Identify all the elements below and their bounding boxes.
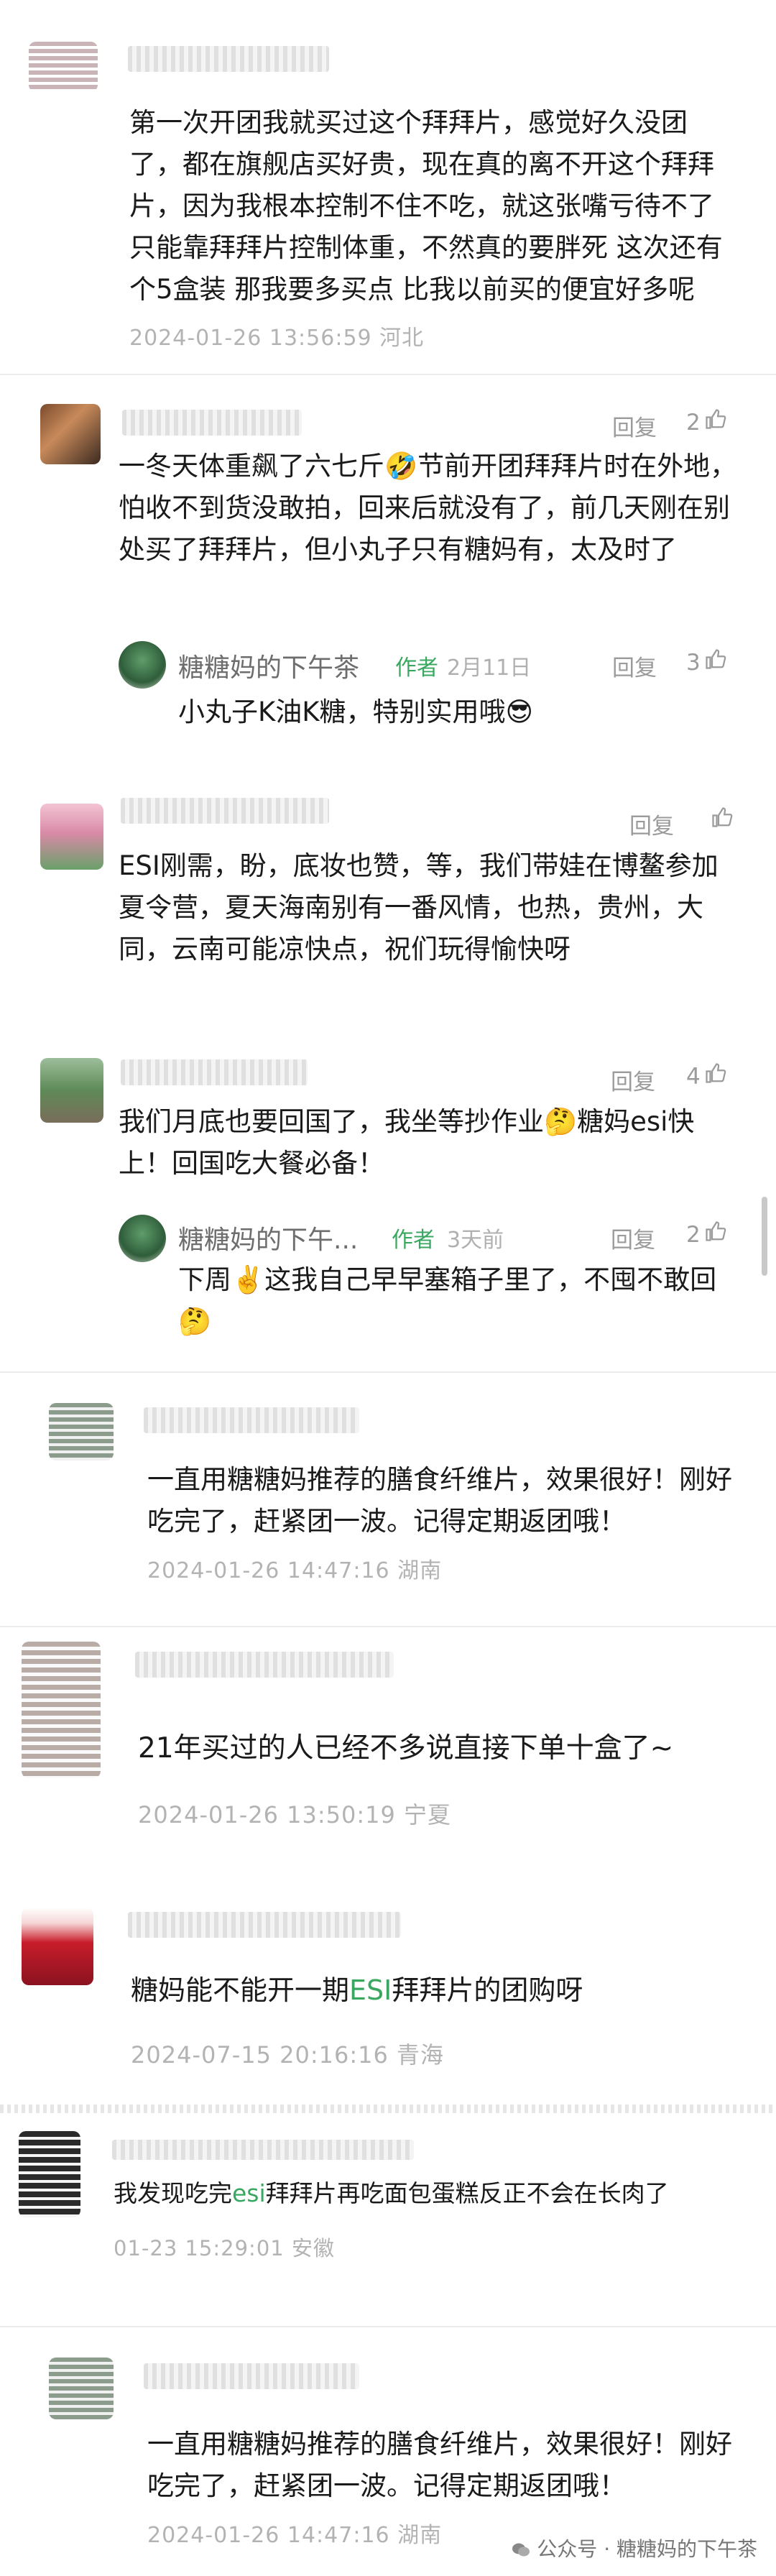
reply-button[interactable]: 回复 (612, 410, 657, 442)
author-avatar[interactable] (119, 1215, 166, 1262)
reply-button[interactable]: 回复 (611, 1064, 655, 1096)
thumbs-up-icon (705, 1220, 726, 1248)
comment-text: 我发现吃完esi拜拜片再吃面包蛋糕反正不会在长肉了 (114, 2173, 760, 2214)
avatar[interactable] (22, 1642, 101, 1778)
author-reply-text: 小丸子K油K糖，特别实用哦😎 (178, 696, 534, 727)
comment-text: 一冬天体重飙了六七斤🤣节前开团拜拜片时在外地，怕收不到货没敢拍，回来后就没有了，… (119, 451, 737, 565)
comment-text: 一直用糖糖妈推荐的膳食纤维片，效果很好！刚好吃完了，赶紧团一波。记得定期返团哦！ (147, 2429, 732, 2501)
comment-7: 糖妈能不能开一期ESI拜拜片的团购呀 2024-07-15 20:16:16 青… (0, 1876, 776, 2084)
watermark: 公众号 · 糖糖妈的下午茶 (512, 2534, 757, 2562)
comment-1: 第一次开团我就买过这个拜拜片，感觉好久没团了，都在旗舰店买好贵，现在真的离不开这… (0, 0, 776, 374)
author-name[interactable]: 糖糖妈的下午茶 (178, 647, 359, 684)
like-button[interactable]: 4 (686, 1062, 726, 1090)
thumbs-up-icon (711, 806, 733, 834)
comment-meta: 01-23 15:29:01 安徽 (114, 2236, 335, 2260)
author-tag: 作者 (395, 656, 438, 681)
reply-button[interactable]: 回复 (629, 808, 674, 840)
blurred-fragment (0, 2104, 776, 2113)
avatar[interactable] (40, 804, 103, 870)
blurred-username (144, 1407, 359, 1433)
reply-date: 2月11日 (447, 656, 532, 681)
blurred-username (128, 46, 329, 72)
comment-4: 回复 4 我们月底也要回国了，我坐等抄作业🤔糖妈esi快上！回国吃大餐必备！ 糖… (0, 1044, 776, 1346)
comment-5: 一直用糖糖妈推荐的膳食纤维片，效果很好！刚好吃完了，赶紧团一波。记得定期返团哦！… (0, 1373, 776, 1610)
reply-button[interactable]: 回复 (612, 650, 657, 682)
text-part: 拜拜片再吃面包蛋糕反正不会在长肉了 (265, 2179, 669, 2207)
like-button[interactable]: 2 (686, 408, 726, 436)
like-count: 2 (686, 410, 701, 436)
comment-text: 21年买过的人已经不多说直接下单十盒了~ (138, 1732, 674, 1765)
comment-meta: 2024-01-26 14:47:16 湖南 (147, 1558, 443, 1583)
like-count: 2 (686, 1222, 701, 1248)
blurred-username (135, 1652, 394, 1678)
highlight-keyword[interactable]: ESI (349, 1974, 392, 2006)
comment-text: ESI刚需，盼，底妆也赞，等，我们带娃在博鳌参加夏令营，夏天海南别有一番风情，也… (119, 850, 719, 965)
watermark-text: 公众号 · 糖糖妈的下午茶 (537, 2537, 757, 2561)
comment-text: 第一次开团我就买过这个拜拜片，感觉好久没团了，都在旗舰店买好贵，现在真的离不开这… (129, 107, 723, 305)
thumbs-up-icon (705, 1062, 726, 1090)
comment-meta: 2024-01-26 14:47:16 湖南 (147, 2523, 443, 2548)
blurred-username (112, 2140, 414, 2160)
avatar[interactable] (22, 1908, 93, 1985)
text-part: 糖妈能不能开一期 (131, 1974, 350, 2006)
reply-date: 3天前 (447, 1228, 504, 1253)
comment-3: 回复 ESI刚需，盼，底妆也赞，等，我们带娃在博鳌参加夏令营，夏天海南别有一番风… (0, 778, 776, 1022)
comment-meta: 2024-07-15 20:16:16 青海 (131, 2041, 445, 2069)
comment-text: 我们月底也要回国了，我坐等抄作业🤔糖妈esi快上！回国吃大餐必备！ (119, 1106, 695, 1179)
author-tag: 作者 (392, 1228, 435, 1253)
like-count: 4 (686, 1064, 701, 1090)
blurred-username (122, 410, 302, 436)
thumbs-up-icon (705, 648, 726, 676)
avatar[interactable] (19, 2131, 80, 2217)
avatar[interactable] (49, 1403, 114, 1460)
blurred-username (144, 2363, 359, 2389)
wechat-icon (512, 2537, 537, 2561)
comment-text: 一直用糖糖妈推荐的膳食纤维片，效果很好！刚好吃完了，赶紧团一波。记得定期返团哦！ (147, 1464, 732, 1537)
like-button[interactable]: 3 (686, 648, 726, 676)
comment-2: 回复 2 一冬天体重飙了六七斤🤣节前开团拜拜片时在外地，怕收不到货没敢拍，回来后… (0, 375, 776, 756)
comment-meta: 2024-01-26 13:56:59 河北 (129, 326, 425, 351)
avatar[interactable] (40, 1058, 103, 1123)
like-button[interactable] (707, 806, 733, 834)
highlight-keyword[interactable]: esi (232, 2179, 266, 2207)
blurred-username (128, 1912, 401, 1938)
comment-6: 21年买过的人已经不多说直接下单十盒了~ 2024-01-26 13:50:19… (0, 1627, 776, 1843)
text-part: 我发现吃完 (114, 2179, 232, 2207)
like-button[interactable]: 2 (686, 1220, 726, 1248)
author-avatar[interactable] (119, 641, 166, 689)
avatar[interactable] (29, 42, 98, 92)
comment-text: 糖妈能不能开一期ESI拜拜片的团购呀 (131, 1969, 749, 2011)
text-part: 拜拜片的团购呀 (392, 1974, 583, 2006)
author-name[interactable]: 糖糖妈的下午... (178, 1219, 358, 1256)
comment-8: 我发现吃完esi拜拜片再吃面包蛋糕反正不会在长肉了 01-23 15:29:01… (0, 2117, 776, 2304)
scrollbar[interactable] (762, 1197, 767, 1276)
avatar[interactable] (49, 2358, 114, 2419)
reply-button[interactable]: 回复 (611, 1222, 655, 1254)
blurred-username (121, 1059, 308, 1085)
avatar[interactable] (40, 404, 101, 464)
thumbs-up-icon (705, 408, 726, 436)
comment-meta: 2024-01-26 13:50:19 宁夏 (138, 1801, 452, 1828)
blurred-username (121, 798, 329, 824)
like-count: 3 (686, 650, 701, 676)
author-reply-text: 下周✌️这我自己早早塞箱子里了，不囤不敢回🤔 (178, 1264, 717, 1337)
